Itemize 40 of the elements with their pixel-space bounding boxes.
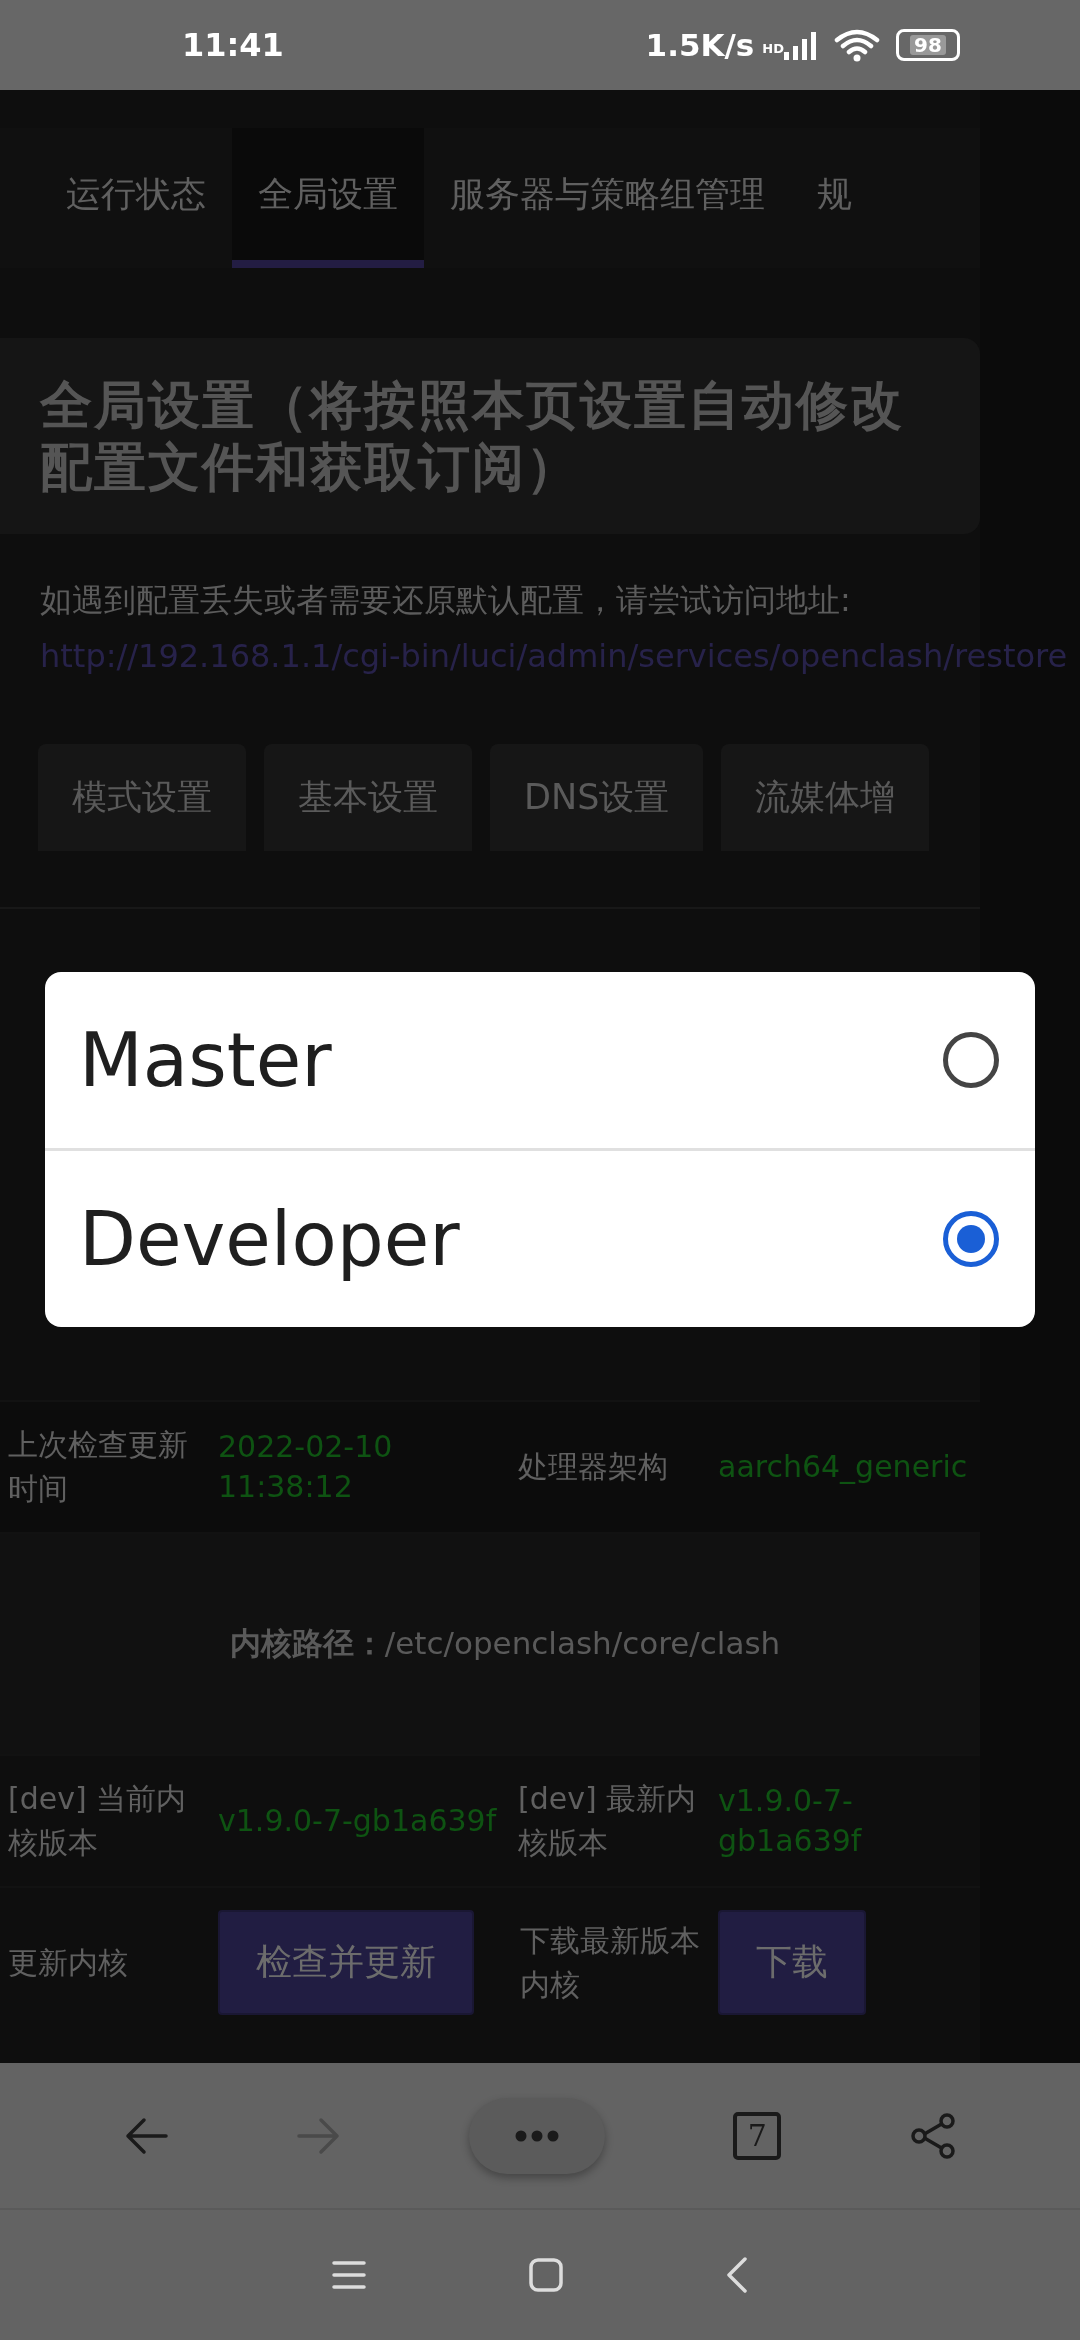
network-speed: 1.5K/s (645, 27, 755, 63)
wifi-icon (834, 28, 880, 62)
menu-icon[interactable] (331, 2260, 366, 2290)
field-label: 上次检查更新时间 (7, 1426, 189, 1508)
section-tab[interactable]: 基本设置 (264, 744, 472, 851)
home-icon[interactable] (529, 2258, 563, 2292)
page-tab[interactable]: 全局设置 (232, 128, 424, 268)
tabs-button[interactable]: 7 (733, 2111, 782, 2160)
radio-button[interactable] (943, 1211, 999, 1267)
field-value: v1.9.0-7-gb1a639f (717, 1782, 863, 1860)
action-button[interactable]: 检查并更新 (218, 1910, 474, 2015)
section-tab[interactable]: 流媒体增 (721, 744, 930, 851)
field-label: 更新内核 (7, 1943, 129, 1982)
dialog-option[interactable]: Master (45, 972, 1035, 1148)
page-tab[interactable]: 服务器与策略组管理 (424, 128, 791, 268)
more-icon (514, 2129, 559, 2142)
section-tab[interactable]: 模式设置 (38, 744, 246, 851)
action-button[interactable]: 下载 (718, 1910, 866, 2015)
page-tab[interactable]: 运行状态 (40, 128, 232, 268)
page-tab[interactable]: 规 (791, 128, 878, 268)
menu-button[interactable] (468, 2097, 605, 2174)
field-value: 2022-02-10 11:38:12 (217, 1428, 394, 1506)
field-value: v1.9.0-7-gb1a639f (217, 1802, 498, 1840)
page-title: 全局设置（将按照本页设置自动修改配置文件和获取订阅） (40, 374, 905, 498)
signal-icon (784, 30, 818, 60)
field-label: [dev] 当前内核版本 (7, 1780, 188, 1862)
network-type: HD (762, 41, 784, 56)
field-label: [dev] 最新内核版本 (517, 1780, 698, 1862)
status-time: 11:41 (182, 26, 284, 64)
field-label: 下载最新版本内核 (519, 1921, 701, 2004)
section-tab[interactable]: DNS设置 (490, 744, 704, 851)
radio-button[interactable] (943, 1032, 999, 1088)
battery-icon: 98 (896, 29, 960, 61)
field-label: 处理器架构 (517, 1448, 669, 1486)
core-path: 内核路径：/etc/openclash/core/clash (228, 1624, 781, 1663)
back-icon[interactable] (726, 2257, 749, 2293)
field-value: aarch64_generic (717, 1448, 969, 1486)
dialog-option[interactable]: Developer (45, 1148, 1035, 1327)
share-icon[interactable] (909, 2111, 956, 2160)
back-icon[interactable] (124, 2115, 169, 2156)
